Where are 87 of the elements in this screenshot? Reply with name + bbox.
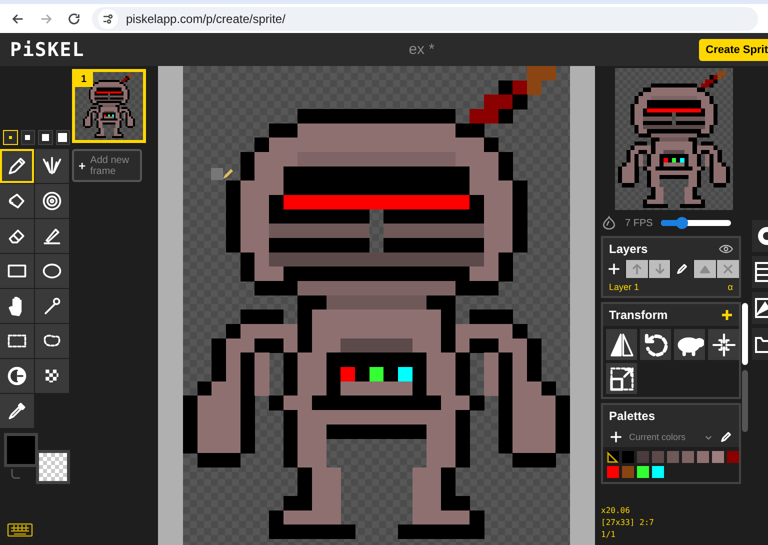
transparent-ruler-icon[interactable]: [607, 451, 619, 463]
color-swatch[interactable]: [727, 451, 739, 463]
pencil-icon: [675, 262, 690, 276]
transform-button[interactable]: [606, 329, 637, 360]
close-icon: [721, 262, 736, 276]
image-icon: [755, 298, 768, 318]
tool-button[interactable]: [35, 289, 69, 323]
primary-color-swatch[interactable]: [4, 433, 38, 467]
color-swatch[interactable]: [637, 451, 649, 463]
tool-button[interactable]: [0, 219, 34, 253]
pencil-icon: [6, 155, 28, 177]
robot-thumbnail-drawing: [83, 74, 135, 138]
panel-title: Palettes: [609, 409, 656, 423]
half-circle-icon: [6, 365, 28, 387]
secondary-color-swatch[interactable]: [36, 450, 70, 484]
sprite-title: ex *: [408, 41, 435, 58]
settings-icon: [755, 226, 768, 246]
folder-icon: [755, 334, 768, 354]
cursor-position: [27x33] 2:7: [601, 518, 655, 527]
tool-button[interactable]: [0, 289, 34, 323]
create-sprite-button[interactable]: Create Sprit: [698, 38, 768, 60]
fps-label: 7 FPS: [625, 218, 653, 228]
transform-button[interactable]: [640, 329, 671, 360]
pencil-cursor-icon: [211, 167, 235, 181]
tool-button[interactable]: [35, 324, 69, 358]
reload-icon[interactable]: [67, 12, 81, 26]
tool-button[interactable]: [0, 184, 34, 218]
resize-icon: [608, 364, 636, 392]
grid-icon: [755, 262, 768, 282]
target-icon: [41, 190, 63, 212]
fps-slider[interactable]: [660, 220, 731, 226]
panel-title: Transform: [609, 308, 668, 322]
settings-button[interactable]: [752, 220, 768, 252]
tool-button[interactable]: [35, 184, 69, 218]
transform-button[interactable]: [708, 329, 739, 360]
app-logo: PiSKEL: [9, 38, 85, 60]
scroll-bar[interactable]: [742, 303, 748, 365]
pen-size-option[interactable]: [38, 130, 52, 145]
color-swatch[interactable]: [712, 451, 724, 463]
panel-title: Layers: [609, 242, 648, 256]
frame-thumbnail[interactable]: 1: [72, 69, 146, 143]
layer-item[interactable]: Layer 1 α: [603, 278, 739, 296]
tool-button[interactable]: [0, 359, 34, 393]
flip-icon: [608, 330, 636, 358]
align-center-icon: [710, 330, 738, 358]
color-swatch[interactable]: [652, 451, 664, 463]
tool-button[interactable]: [0, 394, 34, 428]
tool-button[interactable]: [0, 324, 34, 358]
tool-button[interactable]: [35, 359, 69, 393]
arrow-up-icon: [630, 262, 644, 276]
plus-icon[interactable]: [721, 309, 733, 321]
pen-size-option[interactable]: [20, 130, 35, 145]
color-swatch[interactable]: [622, 451, 634, 463]
color-swatch[interactable]: [622, 466, 634, 478]
keyboard-icon[interactable]: [7, 523, 33, 537]
back-icon[interactable]: [11, 12, 25, 26]
tool-button[interactable]: [35, 219, 69, 253]
site-info-icon[interactable]: [102, 12, 114, 24]
eye-icon[interactable]: [719, 244, 733, 254]
color-swatch[interactable]: [607, 466, 619, 478]
color-swatch[interactable]: [667, 451, 679, 463]
transform-button[interactable]: [606, 363, 637, 394]
eyedropper-icon: [6, 400, 28, 422]
address-bar[interactable]: piskelapp.com/p/create/sprite/: [92, 6, 758, 30]
frame-number: 1: [75, 72, 93, 87]
tool-button[interactable]: [35, 149, 69, 183]
color-swatch[interactable]: [682, 451, 694, 463]
color-swatch[interactable]: [697, 451, 709, 463]
scroll-bar[interactable]: [742, 370, 748, 432]
zoom-level: x20.06: [601, 506, 631, 515]
transform-button[interactable]: [674, 329, 705, 360]
pencil-icon: [719, 430, 733, 444]
open-button[interactable]: [752, 328, 768, 360]
mirror-pen-icon: [41, 155, 63, 177]
layout-button[interactable]: [752, 256, 768, 288]
plus-icon: [606, 262, 621, 276]
plus-icon: [609, 430, 623, 444]
export-button[interactable]: [752, 292, 768, 324]
frame-counter: 1/1: [601, 530, 616, 539]
tool-button[interactable]: [35, 254, 69, 288]
tool-button[interactable]: [0, 149, 34, 183]
pen-size-option[interactable]: [56, 130, 70, 145]
tool-button[interactable]: [0, 254, 34, 288]
arrow-down-icon: [652, 262, 667, 276]
color-swatch[interactable]: [652, 466, 664, 478]
add-frame-button[interactable]: Add new frame: [72, 149, 142, 182]
color-swatch[interactable]: [637, 466, 649, 478]
